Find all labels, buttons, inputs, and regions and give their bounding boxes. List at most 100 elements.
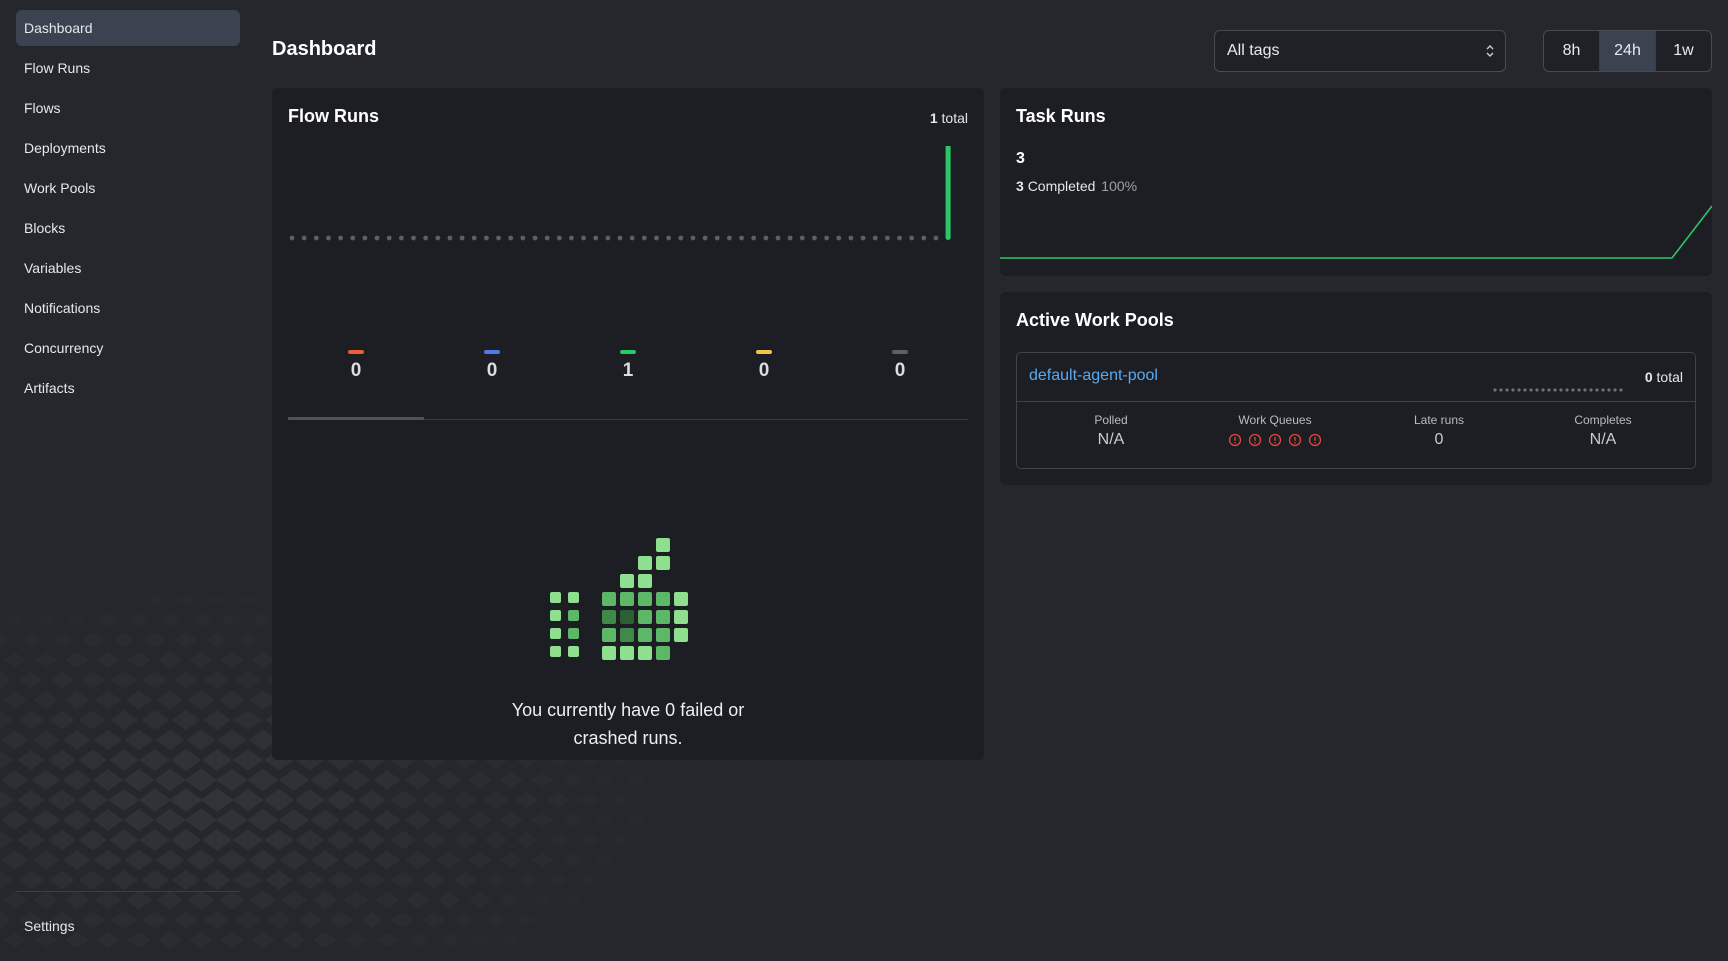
sidebar-item-deployments[interactable]: Deployments: [16, 130, 240, 166]
flow-runs-total-suffix: total: [941, 110, 968, 126]
flow-run-bar-empty: [617, 235, 623, 241]
background-diamond: [237, 632, 259, 648]
flow-run-bar-empty: [836, 235, 842, 241]
illustration-block: [568, 610, 579, 621]
illustration-block: [656, 592, 670, 606]
sidebar-item-artifacts[interactable]: Artifacts: [16, 370, 240, 406]
work-queue-status-icon[interactable]: [1248, 433, 1262, 447]
illustration-block: [620, 592, 634, 606]
flow-run-bar-empty: [909, 235, 915, 241]
state-tab-failed[interactable]: 0: [288, 350, 424, 410]
stat-polled-value: N/A: [1097, 431, 1125, 448]
sidebar-item-variables[interactable]: Variables: [16, 250, 240, 286]
sidebar-item-work-pools[interactable]: Work Pools: [16, 170, 240, 206]
tags-select[interactable]: All tags: [1214, 30, 1506, 72]
sidebar-item-settings[interactable]: Settings: [16, 908, 240, 944]
sidebar-item-notifications[interactable]: Notifications: [16, 290, 240, 326]
work-queue-status-icon[interactable]: [1308, 433, 1322, 447]
work-queue-status-icon[interactable]: [1228, 433, 1242, 447]
task-runs-completed-label: Completed: [1027, 178, 1096, 194]
stat-work-queues: Work Queues: [1193, 413, 1357, 447]
sparkline-dot: [1619, 388, 1623, 392]
background-diamond: [253, 613, 274, 628]
work-pool-total-count: 0: [1644, 369, 1653, 385]
illustration-block: [674, 610, 688, 624]
state-count: 0: [350, 360, 362, 381]
state-color-mark: [756, 350, 772, 354]
state-tab-active-indicator: [288, 417, 424, 420]
sparkline-dot: [1565, 388, 1569, 392]
flow-run-bar-empty: [605, 235, 611, 241]
flow-run-bar-empty: [326, 235, 331, 241]
flow-run-bar-empty: [860, 235, 866, 241]
flow-run-bar-empty: [933, 235, 939, 241]
sparkline-dot: [1529, 388, 1533, 392]
time-range-24h[interactable]: 24h: [1599, 31, 1655, 71]
work-queue-status-icon[interactable]: [1268, 433, 1282, 447]
flow-run-bar-empty: [496, 235, 501, 241]
sidebar-item-flows[interactable]: Flows: [16, 90, 240, 126]
active-work-pools-card: Active Work Pools default-agent-pool 0 t…: [1000, 292, 1712, 485]
task-runs-completed: 3 Completed 100%: [1016, 178, 1137, 194]
flow-run-bar-empty: [921, 235, 927, 241]
flow-run-bar-empty: [678, 235, 684, 241]
flow-run-bar-empty: [629, 235, 635, 241]
flow-run-bar-empty: [824, 235, 829, 241]
flow-run-bar-empty: [374, 235, 380, 241]
illustration-block: [620, 574, 634, 588]
state-tab-late[interactable]: 0: [696, 350, 832, 410]
state-tab-cancelled[interactable]: 0: [832, 350, 968, 410]
illustration-block: [568, 646, 579, 657]
task-runs-count: 3: [1016, 150, 1025, 167]
state-color-mark: [348, 350, 364, 354]
illustration-block: [602, 610, 616, 624]
flow-run-bar-empty: [654, 235, 659, 241]
sparkline-dot: [1577, 388, 1581, 392]
sidebar-item-dashboard[interactable]: Dashboard: [16, 10, 240, 46]
empty-state-message: You currently have 0 failed or crashed r…: [511, 700, 745, 748]
flow-run-bar-empty: [350, 235, 356, 241]
illustration-block: [602, 592, 616, 606]
sparkline-dot: [1607, 388, 1611, 392]
flow-run-bar-empty: [872, 235, 878, 241]
task-runs-card: Task Runs 3 3 Completed 100%: [1000, 88, 1712, 276]
illustration-block: [638, 646, 652, 660]
stat-polled-label: Polled: [1094, 413, 1128, 427]
flow-run-bar-empty: [569, 235, 574, 241]
illustration-block: [656, 610, 670, 624]
flow-run-bar-empty: [848, 235, 854, 241]
state-tab-completed[interactable]: 1: [560, 350, 696, 410]
task-runs-completed-count: 3: [1016, 178, 1024, 194]
flow-run-bar-empty: [398, 235, 404, 241]
flow-run-bar-empty: [787, 235, 793, 241]
flow-run-bar-empty: [301, 235, 307, 241]
state-tab-running[interactable]: 0: [424, 350, 560, 410]
state-color-mark: [620, 350, 636, 354]
flow-run-bar: [945, 146, 951, 240]
time-range-1w[interactable]: 1w: [1655, 31, 1711, 71]
state-color-mark: [484, 350, 500, 354]
flow-runs-card: Flow Runs 1 total 0 0 1 0 0 You currently ha…: [272, 88, 984, 760]
chevron-up-down-icon: [1486, 45, 1494, 57]
illustration-block: [550, 646, 561, 657]
work-pool-name-link[interactable]: default-agent-pool: [1029, 367, 1158, 385]
flow-run-bar-empty: [666, 235, 672, 241]
sparkline-dot: [1559, 388, 1563, 392]
flow-run-bar-empty: [884, 235, 890, 241]
flow-run-bar-empty: [338, 235, 343, 241]
stat-completes: Completes N/A: [1521, 413, 1685, 449]
sidebar-item-flow-runs[interactable]: Flow Runs: [16, 50, 240, 86]
sidebar-nav: Dashboard Flow Runs Flows Deployments Work P…: [16, 10, 240, 406]
flow-run-bar-empty: [459, 235, 465, 241]
illustration-block: [638, 628, 652, 642]
state-count: 0: [758, 360, 770, 381]
sparkline-dot: [1547, 388, 1551, 392]
time-range-8h[interactable]: 8h: [1544, 31, 1599, 71]
sidebar-item-blocks[interactable]: Blocks: [16, 210, 240, 246]
sidebar-item-concurrency[interactable]: Concurrency: [16, 330, 240, 366]
work-pool-item: default-agent-pool 0 total Polled N/A Wo…: [1016, 352, 1696, 469]
work-queue-status-icon[interactable]: [1288, 433, 1302, 447]
flow-run-bar-empty: [520, 235, 526, 241]
flow-run-bar-empty: [763, 235, 769, 241]
illustration-block: [602, 628, 616, 642]
